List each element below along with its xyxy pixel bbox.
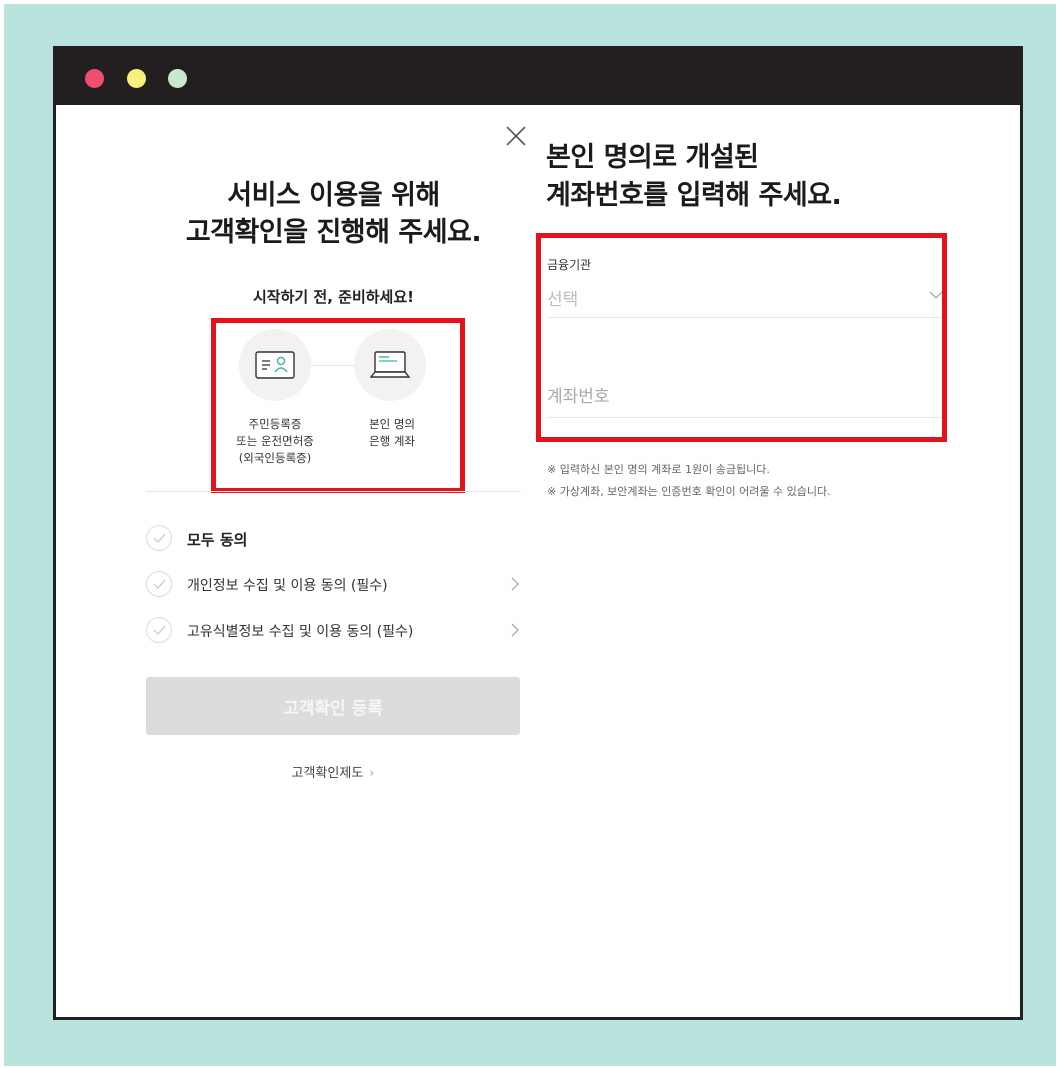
policy-link[interactable]: 고객확인제도 › [146,762,520,781]
chevron-right-icon[interactable] [511,623,519,637]
agree-privacy-label: 개인정보 수집 및 이용 동의 (필수) [187,578,388,594]
agree-all-label: 모두 동의 [187,531,248,549]
check-icon [146,571,172,597]
chevron-right-icon: › [369,766,375,781]
agree-privacy-checkbox[interactable]: 개인정보 수집 및 이용 동의 (필수) [146,569,521,599]
minimize-window-dot[interactable] [127,69,146,88]
page-title-line2: 고객확인을 진행해 주세요. [185,217,482,248]
check-icon [146,617,172,643]
check-icon [146,525,172,551]
maximize-window-dot[interactable] [168,69,187,88]
prep-text: 시작하기 전, 준비하세요! [253,288,414,306]
close-icon[interactable] [505,125,527,147]
browser-window: 서비스 이용을 위해 고객확인을 진행해 주세요. 시작하기 전, 준비하세요!… [53,46,1023,1020]
close-window-dot[interactable] [85,69,104,88]
agree-unique-id-label: 고유식별정보 수집 및 이용 동의 (필수) [187,624,414,640]
divider [146,491,521,492]
notice-text: ※ 가상계좌, 보안계좌는 인증번호 확인이 어려울 수 있습니다. [547,485,831,498]
agree-unique-id-checkbox[interactable]: 고유식별정보 수집 및 이용 동의 (필수) [146,615,521,645]
register-button[interactable]: 고객확인 등록 [146,677,520,735]
account-title-line1: 본인 명의로 개설된 [546,142,759,173]
notice-text: ※ 입력하신 본인 명의 계좌로 1원이 송금됩니다. [547,463,770,476]
page-title-line1: 서비스 이용을 위해 [227,180,440,211]
chevron-right-icon[interactable] [511,577,519,591]
page-title: 서비스 이용을 위해 고객확인을 진행해 주세요. [146,177,521,251]
account-title: 본인 명의로 개설된 계좌번호를 입력해 주세요. [546,139,986,215]
policy-link-label: 고객확인제도 [291,766,364,781]
highlight-box-account [536,233,947,442]
account-title-line2: 계좌번호를 입력해 주세요. [546,180,842,211]
window-titlebar [56,49,1020,105]
highlight-box-requirements [211,318,465,493]
agree-all-checkbox[interactable]: 모두 동의 [146,523,521,553]
